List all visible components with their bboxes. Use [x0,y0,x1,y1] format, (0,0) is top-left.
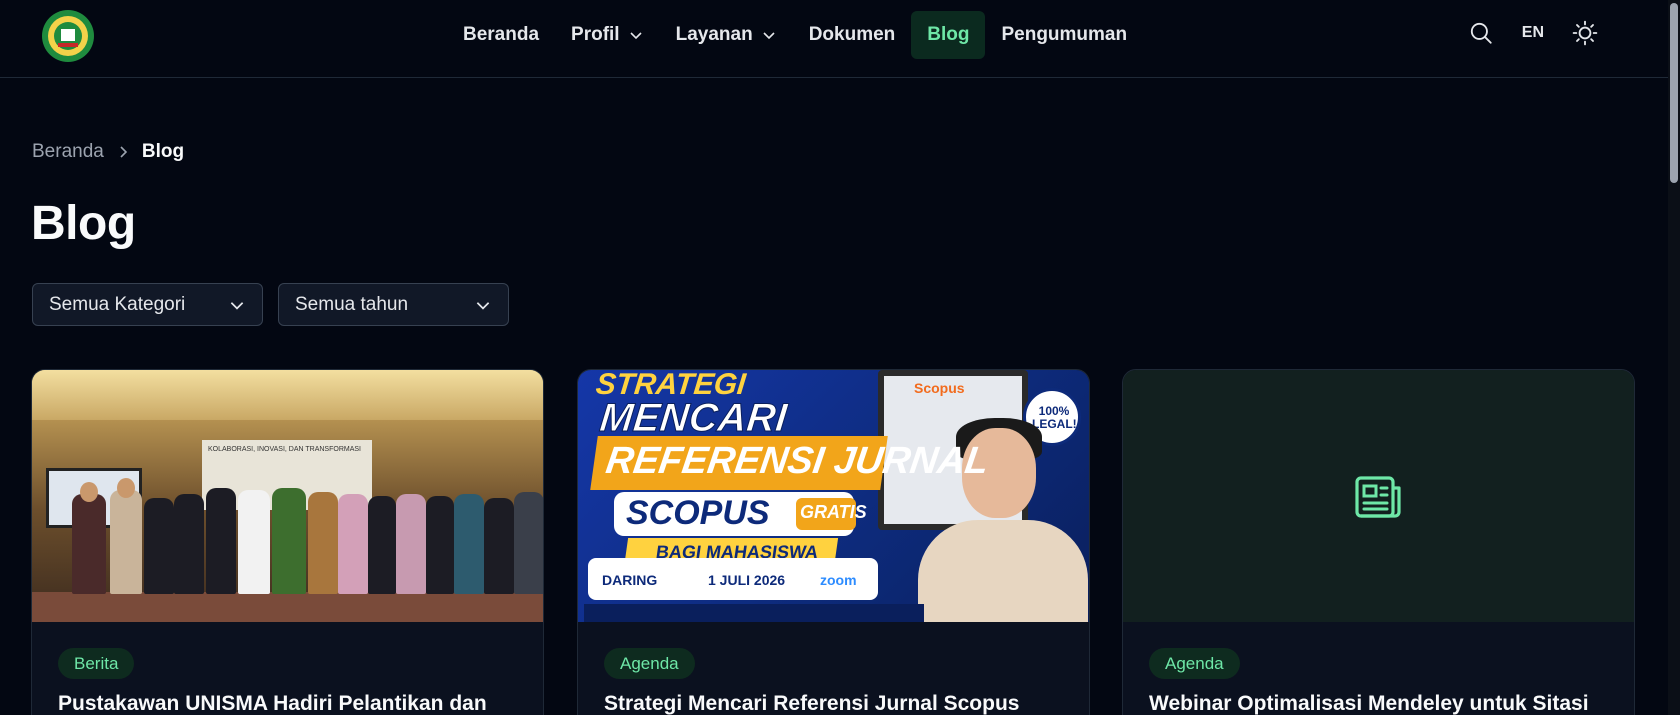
card-image-placeholder [1123,370,1634,622]
breadcrumb-current: Blog [141,141,185,162]
chevron-down-icon [476,301,490,310]
nav-item-layanan[interactable]: Layanan [660,11,793,59]
card-image: KOLABORASI, INOVASI, DAN TRANSFORMASI [32,370,543,622]
legal-seal-text: 100% LEGAL! [1032,404,1077,431]
nav-label: Dokumen [808,24,896,45]
poster-platform: zoom [820,572,857,588]
poster-mode: DARING [602,572,658,588]
search-icon[interactable] [1468,20,1494,46]
breadcrumb-home[interactable]: Beranda [32,141,104,163]
card-image: Scopus 100% LEGAL! STRATEGI MENCARI REFE… [578,370,1089,622]
scopus-logo: Scopus [914,380,965,396]
category-filter-select[interactable]: Semua Kategori [32,283,263,326]
blog-card[interactable]: KOLABORASI, INOVASI, DAN TRANSFORMASI Be… [31,369,544,715]
nav-item-blog[interactable]: Blog [911,11,986,59]
category-badge[interactable]: Berita [58,648,135,679]
poster-line-4: SCOPUS [626,494,770,532]
nav-label: Profil [571,24,620,45]
photo-banner-text: KOLABORASI, INOVASI, DAN TRANSFORMASI [208,446,361,453]
nav-item-profil[interactable]: Profil [555,11,660,59]
site-header: Beranda Profil Layanan Dokumen Blog Peng… [0,0,1668,78]
site-logo[interactable] [41,9,95,63]
poster-line-2: MENCARI [597,396,790,441]
card-title[interactable]: Strategi Mencari Referensi Jurnal Scopus [604,692,1069,715]
year-filter-value: Semua tahun [295,293,409,315]
nav-item-dokumen[interactable]: Dokumen [793,11,912,59]
blog-card[interactable]: Scopus 100% LEGAL! STRATEGI MENCARI REFE… [577,369,1090,715]
nav-item-pengumuman[interactable]: Pengumuman [985,11,1143,59]
language-toggle[interactable]: EN [1522,24,1544,42]
category-badge[interactable]: Agenda [1149,648,1240,679]
page-title: Blog [31,197,136,250]
poster-line-4b: GRATIS [800,502,867,522]
card-title[interactable]: Pustakawan UNISMA Hadiri Pelantikan dan [58,692,523,715]
poster-date: 1 JULI 2026 [708,572,786,588]
year-filter-select[interactable]: Semua tahun [278,283,509,326]
nav-item-beranda[interactable]: Beranda [447,11,555,59]
blog-card[interactable]: Agenda Webinar Optimalisasi Mendeley unt… [1122,369,1635,715]
nav-label: Blog [927,24,970,45]
main-nav: Beranda Profil Layanan Dokumen Blog Peng… [447,11,1143,59]
poster-line-3: REFERENSI JURNAL [603,440,992,482]
header-actions: EN [1468,20,1598,46]
breadcrumb: Beranda Blog [32,141,184,163]
chevron-down-icon [763,32,775,40]
chevron-down-icon [630,32,642,40]
page-scrollbar[interactable] [1668,0,1680,715]
nav-label: Layanan [675,24,753,45]
category-badge[interactable]: Agenda [604,648,695,679]
chevron-right-icon [120,146,127,158]
nav-label: Beranda [463,24,540,45]
sun-icon[interactable] [1572,20,1598,46]
newspaper-icon [1354,476,1401,518]
category-filter-value: Semua Kategori [49,293,186,315]
card-title[interactable]: Webinar Optimalisasi Mendeley untuk Sita… [1149,692,1614,715]
chevron-down-icon [230,301,244,310]
nav-label: Pengumuman [1001,24,1128,45]
scrollbar-thumb[interactable] [1670,3,1678,183]
